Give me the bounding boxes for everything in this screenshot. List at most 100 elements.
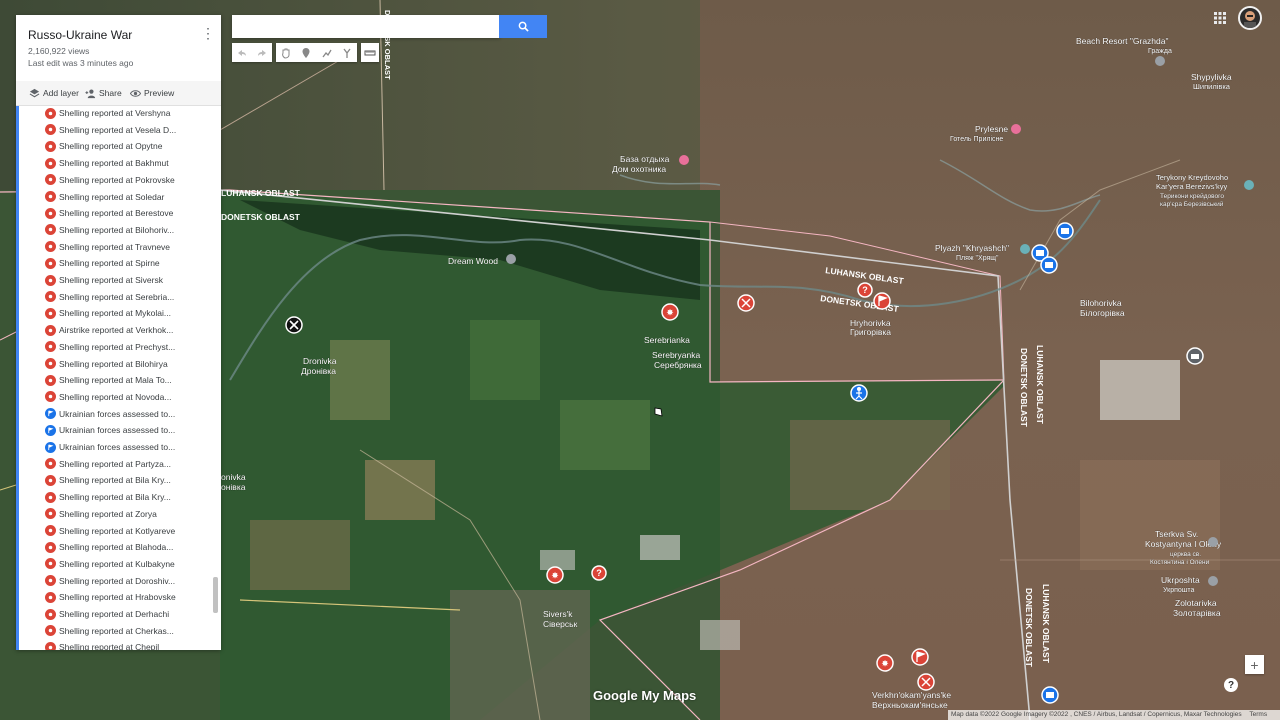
label-partial-nivka-ua: онівка	[221, 482, 246, 492]
list-item-label: Shelling reported at Serebria...	[59, 291, 175, 302]
preview-button[interactable]: Preview	[130, 85, 174, 101]
shelling-icon	[45, 341, 56, 353]
list-item[interactable]: Airstrike reported at Verkhok...	[45, 322, 210, 338]
poi-pin-icon[interactable]	[1155, 56, 1165, 66]
list-item[interactable]: Shelling reported at Blahoda...	[45, 539, 210, 555]
castle-marker-icon[interactable]	[1056, 222, 1074, 240]
map-title[interactable]: Russo-Ukraine War	[28, 28, 132, 42]
marker-icon[interactable]	[300, 47, 312, 59]
poi-pin-icon[interactable]	[1011, 124, 1021, 134]
list-item[interactable]: Shelling reported at Cherkas...	[45, 623, 210, 639]
scrollbar-thumb[interactable]	[213, 577, 218, 613]
map-legend-panel: Russo-Ukraine War 2,160,922 views Last e…	[16, 15, 221, 650]
list-item[interactable]: Shelling reported at Zorya	[45, 506, 210, 522]
list-item-label: Shelling reported at Pokrovske	[59, 174, 175, 185]
list-item[interactable]: Shelling reported at Prechyst...	[45, 339, 210, 355]
list-item[interactable]: Shelling reported at Bakhmut	[45, 155, 210, 171]
search-button[interactable]	[499, 15, 547, 38]
list-item[interactable]: Ukrainian forces assessed to...	[45, 406, 210, 422]
list-item[interactable]: Ukrainian forces assessed to...	[45, 439, 210, 455]
label-siversk: Sivers'k	[543, 609, 573, 619]
hand-pan-icon[interactable]	[280, 47, 292, 59]
list-item[interactable]: Shelling reported at Derhachi	[45, 606, 210, 622]
svg-text:?: ?	[862, 285, 868, 295]
list-item[interactable]: Shelling reported at Spirne	[45, 255, 210, 271]
label-bilohorivka-ua: Білогорівка	[1080, 308, 1125, 318]
add-layer-button[interactable]: Add layer	[29, 85, 79, 101]
label-baza: База отдыха	[620, 154, 670, 164]
list-item[interactable]: Shelling reported at Vershyna	[45, 106, 210, 121]
castle-marker-icon[interactable]	[1040, 256, 1058, 274]
label-terykony4: кар'єра Березівський	[1160, 200, 1224, 208]
directions-icon[interactable]	[341, 47, 353, 59]
apps-grid-icon[interactable]	[1213, 11, 1227, 25]
list-item-label: Shelling reported at Bakhmut	[59, 158, 169, 169]
destroyed-marker-icon[interactable]	[917, 673, 935, 691]
list-item[interactable]: Shelling reported at Berestove	[45, 205, 210, 221]
list-item[interactable]: Shelling reported at Kotlyareve	[45, 523, 210, 539]
shelling-marker-icon[interactable]: ✸	[546, 566, 564, 584]
poi-pin-icon[interactable]	[1244, 180, 1254, 190]
list-item[interactable]: Shelling reported at Siversk	[45, 272, 210, 288]
measure-tool[interactable]	[361, 43, 379, 62]
list-item[interactable]: Shelling reported at Bilohirya	[45, 356, 210, 372]
label-serebryanka-ua: Серебрянка	[654, 360, 702, 370]
list-item-label: Shelling reported at Prechyst...	[59, 341, 176, 352]
list-item[interactable]: Shelling reported at Bilohoriv...	[45, 222, 210, 238]
list-item[interactable]: Shelling reported at Vesela D...	[45, 122, 210, 138]
list-item[interactable]: Shelling reported at Mala To...	[45, 372, 210, 388]
label-siversk-ua: Сіверськ	[543, 619, 578, 629]
list-item[interactable]: Shelling reported at Serebria...	[45, 289, 210, 305]
label-donetsk-oblast-vert2: DONETSK OBLAST	[1024, 588, 1034, 668]
list-item[interactable]: Shelling reported at Hrabovske	[45, 589, 210, 605]
list-item[interactable]: Shelling reported at Doroshiv...	[45, 573, 210, 589]
redo-icon[interactable]	[256, 47, 268, 59]
black-x-marker-icon[interactable]	[285, 316, 303, 334]
question-marker-icon[interactable]: ?	[591, 565, 607, 581]
shelling-icon	[45, 107, 56, 119]
label-beach-resort: Beach Resort "Grazhda"	[1076, 36, 1169, 46]
label-tserkva4: Костянтина і Олени	[1150, 558, 1210, 566]
shelling-icon	[45, 608, 56, 620]
poi-pin-icon[interactable]	[1208, 576, 1218, 586]
share-button[interactable]: Share	[85, 85, 122, 101]
list-item[interactable]: Shelling reported at Pokrovske	[45, 172, 210, 188]
poi-pin-icon[interactable]	[679, 155, 689, 165]
label-zolotarivka: Zolotarivka	[1175, 598, 1217, 608]
soldier-marker-icon[interactable]	[850, 384, 868, 402]
list-item-label: Ukrainian forces assessed to...	[59, 425, 176, 436]
list-item[interactable]: Ukrainian forces assessed to...	[45, 422, 210, 438]
shelling-marker-icon[interactable]: ✸	[876, 654, 894, 672]
list-item[interactable]: Shelling reported at Chepil	[45, 639, 210, 650]
list-item[interactable]: Shelling reported at Soledar	[45, 189, 210, 205]
list-item[interactable]: Shelling reported at Partyza...	[45, 456, 210, 472]
avatar[interactable]	[1238, 6, 1262, 30]
flag-marker-icon[interactable]	[873, 292, 891, 310]
list-item[interactable]: Shelling reported at Travneve	[45, 239, 210, 255]
list-item[interactable]: Shelling reported at Bila Kry...	[45, 472, 210, 488]
list-item[interactable]: Shelling reported at Mykolai...	[45, 305, 210, 321]
factory-marker-icon[interactable]	[1186, 347, 1204, 365]
list-item[interactable]: Shelling reported at Novoda...	[45, 389, 210, 405]
castle-marker-icon[interactable]	[1041, 686, 1059, 704]
poi-pin-icon[interactable]	[1208, 537, 1218, 547]
list-item[interactable]: Shelling reported at Opytne	[45, 138, 210, 154]
destroyed-marker-icon[interactable]	[737, 294, 755, 312]
terms-link[interactable]: Terms	[1249, 711, 1267, 718]
poi-pin-icon[interactable]	[506, 254, 516, 264]
question-marker-icon[interactable]: ?	[857, 282, 873, 298]
more-options-icon[interactable]: ⋮	[201, 25, 215, 41]
list-item[interactable]: Shelling reported at Kulbakyne	[45, 556, 210, 572]
shelling-icon	[45, 174, 56, 186]
list-item-label: Shelling reported at Novoda...	[59, 391, 172, 402]
poi-pin-icon[interactable]	[1020, 244, 1030, 254]
zoom-in-button[interactable]: +	[1245, 655, 1264, 674]
list-item-label: Shelling reported at Vershyna	[59, 108, 171, 118]
help-icon[interactable]: ?	[1224, 678, 1238, 692]
undo-icon[interactable]	[236, 47, 248, 59]
list-item[interactable]: Shelling reported at Bila Kry...	[45, 489, 210, 505]
shelling-marker-icon[interactable]: ✸	[661, 303, 679, 321]
draw-line-icon[interactable]	[321, 47, 333, 59]
flag-marker-icon[interactable]	[911, 648, 929, 666]
search-input[interactable]	[232, 15, 500, 38]
